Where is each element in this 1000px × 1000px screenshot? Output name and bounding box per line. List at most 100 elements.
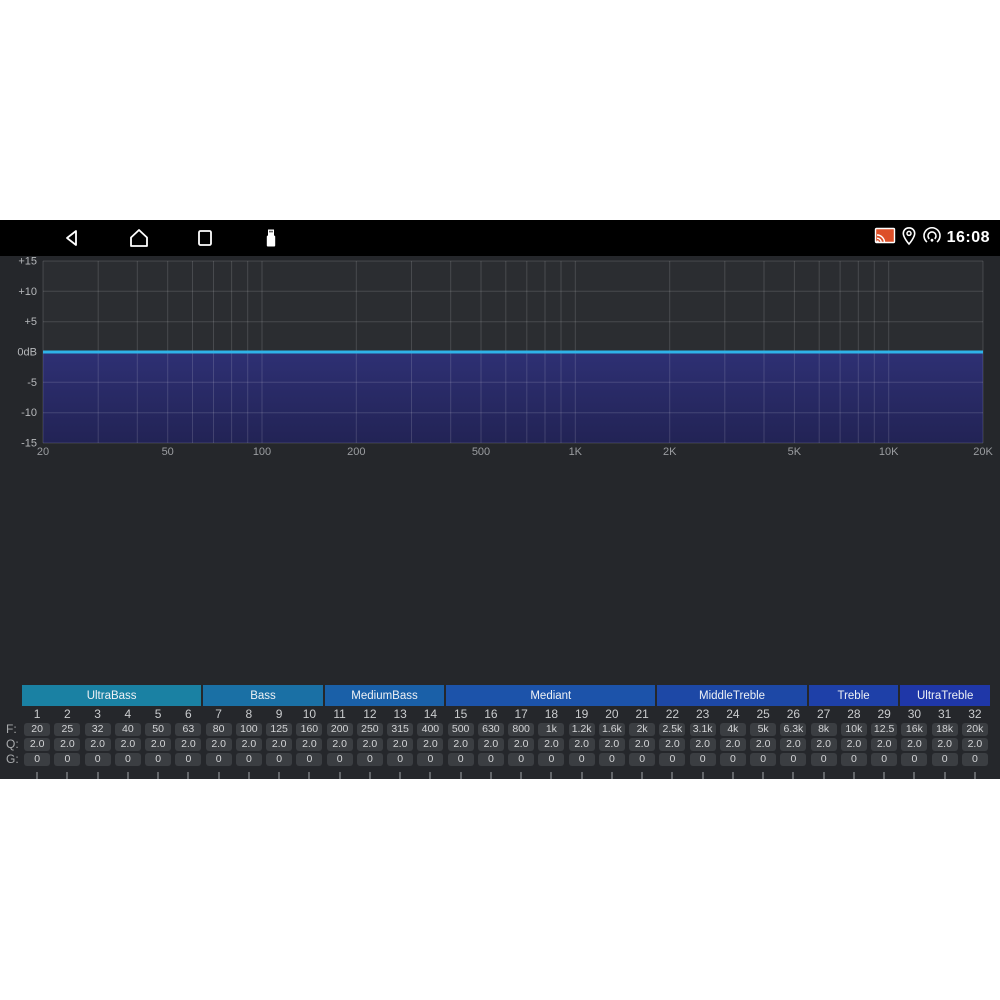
- slider-track[interactable]: [913, 772, 915, 779]
- band-number: 12: [363, 707, 376, 721]
- slider-track[interactable]: [308, 772, 310, 779]
- slider-track[interactable]: [974, 772, 976, 779]
- slider-track[interactable]: [278, 772, 280, 779]
- q-value-chip: 2.0: [85, 738, 111, 751]
- slider-track[interactable]: [611, 772, 613, 779]
- q-value-chip: 2.0: [569, 738, 595, 751]
- q-value-chip: 2.0: [690, 738, 716, 751]
- band-number: 19: [575, 707, 588, 721]
- location-icon: [901, 226, 917, 251]
- slider-track[interactable]: [97, 772, 99, 779]
- slider-track[interactable]: [490, 772, 492, 779]
- slider-track[interactable]: [762, 772, 764, 779]
- band-number: 25: [756, 707, 769, 721]
- slider-track[interactable]: [399, 772, 401, 779]
- slider-track[interactable]: [369, 772, 371, 779]
- slider-track[interactable]: [339, 772, 341, 779]
- q-value-chip: 2.0: [357, 738, 383, 751]
- q-value-chip: 2.0: [145, 738, 171, 751]
- frequency-value-chip: 125: [266, 723, 292, 736]
- svg-text:200: 200: [347, 446, 365, 458]
- slider-track[interactable]: [883, 772, 885, 779]
- frequency-value-chip: 80: [206, 723, 232, 736]
- q-value-chip: 2.0: [478, 738, 504, 751]
- slider-track[interactable]: [429, 772, 431, 779]
- frequency-value-chip: 315: [387, 723, 413, 736]
- band-number: 14: [424, 707, 437, 721]
- q-value-row: 2.0 2.0 2.0 2.0 2.0 2.0 2.0 2.0 2.0 2.0 2.0 2.0 2.0 2…: [22, 738, 990, 751]
- band-number: 32: [968, 707, 981, 721]
- band-number: 11: [333, 707, 345, 721]
- slider-track[interactable]: [671, 772, 673, 779]
- frequency-value-chip: 800: [508, 723, 534, 736]
- slider-track[interactable]: [520, 772, 522, 779]
- slider-track[interactable]: [550, 772, 552, 779]
- band-number: 28: [847, 707, 860, 721]
- gain-value-chip: 0: [387, 753, 413, 766]
- slider-track[interactable]: [66, 772, 68, 779]
- slider-track[interactable]: [157, 772, 159, 779]
- q-value-chip: 2.0: [720, 738, 746, 751]
- eq-response-chart: +15+10+50dB-5-10-1520501002005001K2K5K10…: [0, 256, 1000, 460]
- slider-track[interactable]: [187, 772, 189, 779]
- svg-text:5K: 5K: [788, 446, 802, 458]
- slider-track[interactable]: [823, 772, 825, 779]
- gain-value-chip: 0: [236, 753, 262, 766]
- slider-track[interactable]: [581, 772, 583, 779]
- q-value-chip: 2.0: [780, 738, 806, 751]
- frequency-value-chip: 4k: [720, 723, 746, 736]
- band-number-row: 1234567891011121314151617181920212223242…: [22, 707, 990, 721]
- q-value-chip: 2.0: [387, 738, 413, 751]
- svg-text:-5: -5: [27, 377, 37, 389]
- band-group-bar: UltraBassBassMediumBassMediantMiddleTreb…: [22, 685, 990, 706]
- q-value-chip: 2.0: [175, 738, 201, 751]
- frequency-value-chip: 10k: [841, 723, 867, 736]
- q-value-chip: 2.0: [448, 738, 474, 751]
- frequency-value-chip: 5k: [750, 723, 776, 736]
- q-value-chip: 2.0: [750, 738, 776, 751]
- gain-value-chip: 0: [690, 753, 716, 766]
- gain-value-chip: 0: [145, 753, 171, 766]
- home-icon[interactable]: [128, 227, 150, 249]
- band-number: 31: [938, 707, 951, 721]
- frequency-value-chip: 2k: [629, 723, 655, 736]
- slider-track[interactable]: [853, 772, 855, 779]
- slider-track[interactable]: [218, 772, 220, 779]
- gain-value-chip: 0: [417, 753, 443, 766]
- slider-track[interactable]: [248, 772, 250, 779]
- band-number: 16: [484, 707, 497, 721]
- slider-track[interactable]: [460, 772, 462, 779]
- frequency-value-chip: 500: [448, 723, 474, 736]
- q-value-chip: 2.0: [871, 738, 897, 751]
- q-value-chip: 2.0: [417, 738, 443, 751]
- slider-track[interactable]: [641, 772, 643, 779]
- back-icon[interactable]: [62, 227, 84, 249]
- gain-value-chip: 0: [599, 753, 625, 766]
- usb-icon[interactable]: [260, 227, 282, 249]
- recents-icon[interactable]: [194, 227, 216, 249]
- q-value-chip: 2.0: [659, 738, 685, 751]
- slider-track[interactable]: [127, 772, 129, 779]
- slider-track[interactable]: [732, 772, 734, 779]
- q-value-chip: 2.0: [266, 738, 292, 751]
- frequency-value-chip: 63: [175, 723, 201, 736]
- gain-value-chip: 0: [478, 753, 504, 766]
- band-number: 21: [635, 707, 648, 721]
- q-value-chip: 2.0: [841, 738, 867, 751]
- svg-text:50: 50: [162, 446, 174, 458]
- frequency-value-chip: 400: [417, 723, 443, 736]
- gain-value-chip: 0: [901, 753, 927, 766]
- band-number: 10: [303, 707, 316, 721]
- frequency-value-chip: 200: [327, 723, 353, 736]
- slider-track[interactable]: [944, 772, 946, 779]
- band-group-mediant: Mediant: [446, 685, 655, 706]
- slider-track[interactable]: [702, 772, 704, 779]
- gain-value-chip: 0: [811, 753, 837, 766]
- status-clock: 16:08: [947, 229, 990, 247]
- slider-track[interactable]: [792, 772, 794, 779]
- slider-track[interactable]: [36, 772, 38, 779]
- band-sliders: [22, 772, 990, 779]
- frequency-value-chip: 25: [54, 723, 80, 736]
- band-number: 29: [877, 707, 890, 721]
- gain-value-chip: 0: [115, 753, 141, 766]
